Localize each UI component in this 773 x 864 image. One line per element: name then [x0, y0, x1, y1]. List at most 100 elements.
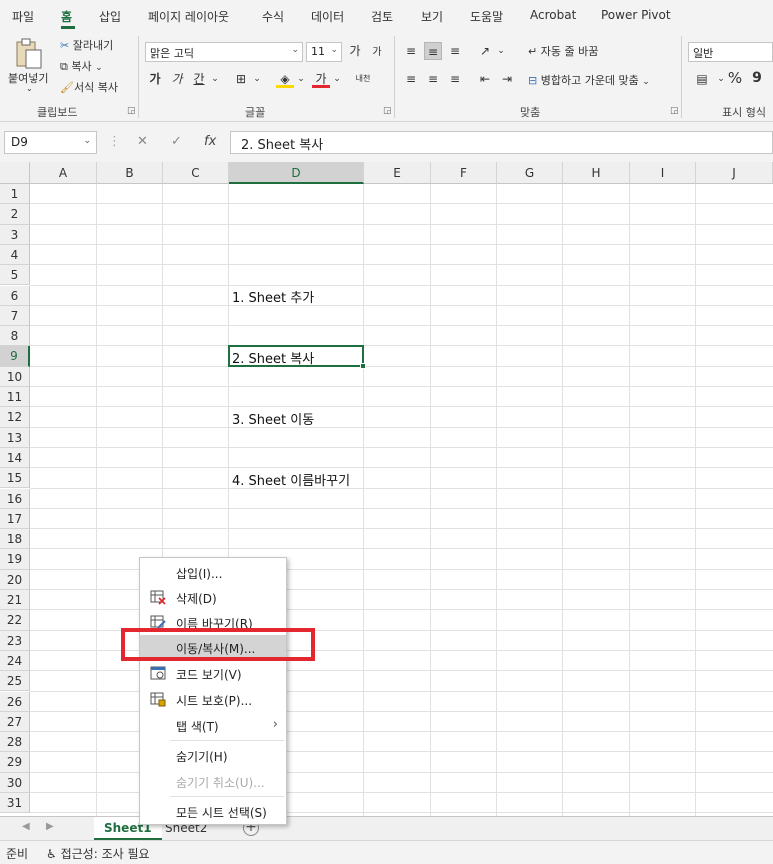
decrease-indent-icon[interactable]: ⇤	[476, 70, 494, 88]
row-header-2[interactable]: 2	[0, 204, 30, 225]
column-header-H[interactable]: H	[563, 162, 630, 184]
wrap-text-button[interactable]: ↵ 자동 줄 바꿈	[528, 43, 598, 59]
chevron-down-icon[interactable]: ⌄	[248, 70, 266, 88]
column-header-E[interactable]: E	[364, 162, 431, 184]
align-top-icon[interactable]: ≡	[402, 42, 420, 60]
tab-formulas[interactable]: 수식	[262, 8, 284, 25]
dialog-launcher-icon[interactable]: ◲	[670, 106, 679, 116]
column-header-F[interactable]: F	[431, 162, 497, 184]
align-bottom-icon[interactable]: ≡	[446, 42, 464, 60]
row-header-14[interactable]: 14	[0, 447, 30, 469]
tab-review[interactable]: 검토	[371, 8, 393, 25]
menu-item-insert[interactable]: 삽입(I)...	[140, 560, 286, 584]
row-header-16[interactable]: 16	[0, 488, 30, 509]
tab-page-layout[interactable]: 페이지 레이아웃	[148, 8, 229, 25]
cell-D15[interactable]: 4. Sheet 이름바꾸기	[232, 470, 350, 489]
row-header-24[interactable]: 24	[0, 650, 30, 672]
comma-style-button[interactable]: 9	[748, 69, 766, 87]
menu-item-select-all-sheets[interactable]: 모든 시트 선택(S)	[140, 799, 286, 823]
font-size-select[interactable]: 11 ⌄	[306, 42, 342, 62]
insert-function-icon[interactable]: fx	[204, 134, 216, 149]
chevron-down-icon[interactable]: ⌄	[206, 70, 224, 88]
column-header-A[interactable]: A	[30, 162, 97, 184]
next-sheet-icon[interactable]: ▶	[46, 821, 54, 832]
italic-button[interactable]: 가	[168, 70, 186, 88]
column-header-I[interactable]: I	[630, 162, 696, 184]
chevron-down-icon[interactable]: ⌄	[292, 70, 310, 88]
row-header-7[interactable]: 7	[0, 305, 30, 327]
row-header-31[interactable]: 31	[0, 793, 30, 814]
chevron-down-icon[interactable]: ⌄	[328, 70, 346, 88]
row-header-23[interactable]: 23	[0, 630, 30, 651]
row-header-5[interactable]: 5	[0, 265, 30, 286]
column-header-C[interactable]: C	[163, 162, 229, 184]
row-header-3[interactable]: 3	[0, 224, 30, 245]
fill-handle[interactable]	[360, 363, 366, 369]
cancel-icon[interactable]: ✕	[137, 134, 148, 149]
name-box[interactable]: D9 ⌄	[4, 131, 97, 154]
align-left-icon[interactable]: ≡	[402, 70, 420, 88]
phonetic-guide-button[interactable]: 내천	[354, 70, 372, 88]
row-header-13[interactable]: 13	[0, 427, 30, 448]
copy-button[interactable]: ⧉ 복사 ⌄	[60, 58, 103, 74]
row-header-9[interactable]: 9	[0, 346, 30, 367]
tab-acrobat[interactable]: Acrobat	[530, 8, 576, 22]
tab-help[interactable]: 도움말	[470, 8, 503, 25]
row-header-25[interactable]: 25	[0, 671, 30, 692]
number-format-select[interactable]: 일반	[688, 42, 773, 62]
align-right-icon[interactable]: ≡	[446, 70, 464, 88]
menu-item-delete[interactable]: 삭제(D)	[140, 585, 286, 609]
tab-view[interactable]: 보기	[421, 8, 443, 25]
column-header-J[interactable]: J	[696, 162, 773, 184]
row-header-18[interactable]: 18	[0, 529, 30, 550]
row-header-4[interactable]: 4	[0, 244, 30, 266]
align-center-icon[interactable]: ≡	[424, 70, 442, 88]
menu-item-view-code[interactable]: 코드 보기(V)	[140, 661, 286, 685]
cell-D12[interactable]: 3. Sheet 이동	[232, 409, 314, 428]
row-header-10[interactable]: 10	[0, 366, 30, 387]
row-header-20[interactable]: 20	[0, 569, 30, 590]
grow-font-button[interactable]: 가	[346, 42, 364, 60]
row-header-27[interactable]: 27	[0, 711, 30, 733]
column-header-D[interactable]: D	[229, 162, 364, 184]
menu-item-tab-color[interactable]: 탭 색(T) ›	[140, 713, 286, 737]
row-header-21[interactable]: 21	[0, 590, 30, 611]
dialog-launcher-icon[interactable]: ◲	[383, 106, 392, 116]
tab-data[interactable]: 데이터	[311, 8, 344, 25]
cut-button[interactable]: ✂ 잘라내기	[60, 37, 113, 53]
percent-style-button[interactable]: %	[726, 69, 744, 87]
row-header-15[interactable]: 15	[0, 468, 30, 489]
row-header-6[interactable]: 6	[0, 285, 30, 306]
format-painter-button[interactable]: 🖌서식 복사	[60, 79, 118, 95]
tab-insert[interactable]: 삽입	[99, 8, 121, 25]
accessibility-status[interactable]: ♿ 접근성: 조사 필요	[46, 845, 150, 862]
paste-button[interactable]: 붙여넣기 ⌄	[6, 36, 50, 93]
column-header-B[interactable]: B	[97, 162, 163, 184]
accounting-format-icon[interactable]: ▤	[690, 70, 714, 88]
row-header-1[interactable]: 1	[0, 184, 30, 205]
merge-center-button[interactable]: ⊟ 병합하고 가운데 맞춤 ⌄	[528, 72, 650, 88]
prev-sheet-icon[interactable]: ◀	[22, 821, 30, 832]
row-header-30[interactable]: 30	[0, 772, 30, 793]
align-middle-icon[interactable]: ≡	[424, 42, 442, 60]
row-header-28[interactable]: 28	[0, 732, 30, 753]
formula-input[interactable]: 2. Sheet 복사	[230, 131, 773, 154]
worksheet-grid[interactable]: ABCDEFGHIJ 1 2 3 4 5 6 7 8 9 10 11 12 13 14 15 16 17 18 19…	[0, 162, 773, 816]
row-header-26[interactable]: 26	[0, 691, 30, 712]
row-header-12[interactable]: 12	[0, 407, 30, 428]
increase-indent-icon[interactable]: ⇥	[498, 70, 516, 88]
row-header-17[interactable]: 17	[0, 508, 30, 530]
tab-power-pivot[interactable]: Power Pivot	[601, 8, 671, 22]
tab-home[interactable]: 홈	[61, 8, 72, 25]
menu-item-hide[interactable]: 숨기기(H)	[140, 743, 286, 767]
chevron-down-icon[interactable]: ⌄	[492, 42, 510, 60]
row-header-8[interactable]: 8	[0, 326, 30, 347]
cell-D6[interactable]: 1. Sheet 추가	[232, 287, 314, 306]
row-header-19[interactable]: 19	[0, 549, 30, 570]
bold-button[interactable]: 가	[146, 70, 164, 88]
row-header-22[interactable]: 22	[0, 610, 30, 631]
menu-item-protect-sheet[interactable]: 시트 보호(P)...	[140, 687, 286, 711]
dialog-launcher-icon[interactable]: ◲	[127, 106, 136, 116]
row-header-11[interactable]: 11	[0, 387, 30, 408]
shrink-font-button[interactable]: 가	[368, 44, 386, 62]
